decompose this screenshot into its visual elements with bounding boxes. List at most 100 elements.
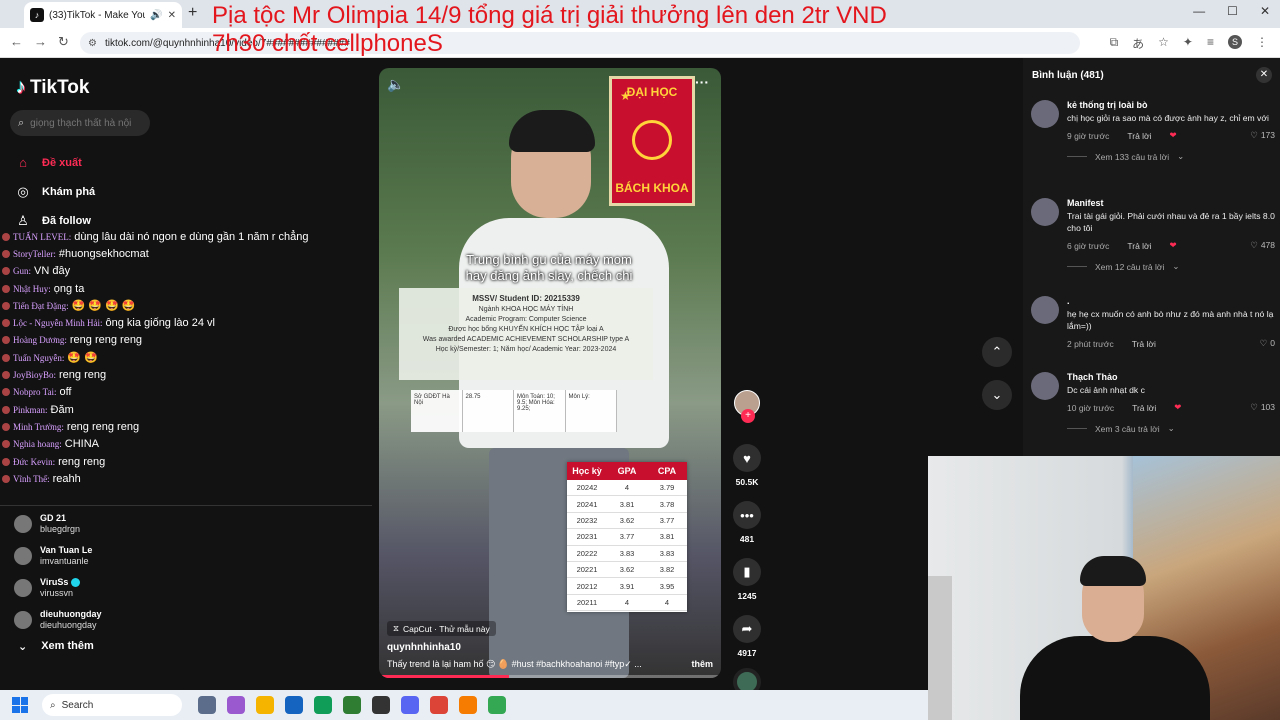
tiktok-logo[interactable]: ♪ TikTok — [16, 76, 89, 99]
commenter-avatar[interactable] — [1031, 296, 1059, 324]
sidebar-nav: ⌂ Đề xuất ◎ Khám phá ♙ Đã follow — [14, 148, 95, 235]
new-tab-button[interactable]: + — [188, 4, 197, 22]
commenter-avatar[interactable] — [1031, 372, 1059, 400]
reply-button[interactable]: Trả lời — [1132, 339, 1156, 349]
reading-list-icon[interactable]: ≡ — [1207, 35, 1214, 52]
sidebar-item-0[interactable]: ⌂ Đề xuất — [14, 148, 95, 177]
chat-username: Lộc - Nguyễn Minh Hải: — [13, 318, 103, 329]
menu-dots-icon[interactable]: ⋮ — [1256, 35, 1268, 52]
commenter-name[interactable]: kẻ thống trị loài bò — [1067, 100, 1275, 110]
minimize-icon[interactable]: — — [1193, 4, 1205, 18]
reply-button[interactable]: Trả lời — [1127, 131, 1151, 141]
creator-avatar[interactable]: + — [734, 390, 760, 423]
commenter-name[interactable]: Thạch Thảo — [1067, 372, 1275, 382]
obs-app-icon[interactable] — [372, 696, 390, 714]
video-player[interactable]: 🔈 ··· ★ ĐẠI HỌC BÁCH KHOA Trung bình gu … — [379, 68, 721, 678]
profile-avatar[interactable]: S — [1228, 35, 1242, 49]
chat-message: Tiến Đạt Đặng: 🤩 🤩 🤩 🤩 — [0, 297, 372, 314]
gpa-row: 20241 3.81 3.78 — [567, 496, 687, 513]
store-app-icon[interactable] — [285, 696, 303, 714]
browser-tab[interactable]: ♪ (33)TikTok - Make Your Day 🔊 ✕ — [24, 2, 182, 28]
follow-plus-icon[interactable]: + — [741, 409, 755, 423]
back-icon[interactable]: ← — [10, 34, 23, 49]
comment-button[interactable]: ••• — [733, 501, 761, 529]
copilot-app-icon[interactable] — [227, 696, 245, 714]
capcut-template-link[interactable]: ⧖ CapCut · Thử mẫu này — [387, 621, 496, 636]
commenter-name[interactable]: . — [1067, 296, 1275, 306]
previous-video-button[interactable]: ⌃ — [982, 337, 1012, 367]
video-progress-bar[interactable] — [379, 675, 721, 678]
view-replies-button[interactable]: Xem 133 câu trả lời ⌄ — [1067, 151, 1275, 162]
reload-icon[interactable]: ↻ — [58, 34, 69, 50]
like-count: 50.5K — [735, 477, 759, 487]
cloud-app-icon[interactable] — [459, 696, 477, 714]
sidebar-item-1[interactable]: ◎ Khám phá — [14, 177, 95, 206]
cert-award: Được học bổng KHUYẾN KHÍCH HỌC TẬP loại … — [448, 326, 604, 333]
settings-app-icon[interactable] — [198, 696, 216, 714]
close-icon[interactable]: ✕ — [168, 10, 176, 21]
chat-message: Pinkman: Đăm — [0, 401, 372, 418]
reply-button[interactable]: Trả lời — [1127, 241, 1151, 251]
description-more-button[interactable]: thêm — [691, 659, 713, 670]
app-icon[interactable] — [343, 696, 361, 714]
close-comments-icon[interactable]: ✕ — [1256, 67, 1272, 83]
window-close-icon[interactable]: ✕ — [1260, 4, 1270, 18]
chat-username: Tuấn Nguyễn: — [13, 352, 65, 363]
comment-like-button[interactable]: ♡ 0 — [1260, 338, 1275, 349]
file-explorer-icon[interactable] — [256, 696, 274, 714]
discord-app-icon[interactable] — [401, 696, 419, 714]
search-input[interactable] — [30, 117, 139, 129]
view-replies-button[interactable]: Xem 12 câu trả lời ⌄ — [1067, 261, 1275, 272]
chrome-app-icon[interactable] — [430, 696, 448, 714]
video-author[interactable]: quynhnhinha10 — [387, 642, 713, 653]
extensions-icon[interactable]: ✦ — [1183, 35, 1193, 52]
bookmark-star-icon[interactable]: ☆ — [1158, 35, 1169, 52]
next-video-button[interactable]: ⌄ — [982, 380, 1012, 410]
gpa-cell: 20212 — [576, 581, 598, 591]
commenter-avatar[interactable] — [1031, 100, 1059, 128]
following-item[interactable]: ViruSs virussvn — [14, 572, 102, 604]
comment-like-button[interactable]: ♡ 173 — [1250, 130, 1275, 141]
comment-like-button[interactable]: ♡ 478 — [1250, 240, 1275, 251]
site-info-icon[interactable]: ⚙ — [88, 38, 97, 49]
commenter-avatar[interactable] — [1031, 198, 1059, 226]
star-icon: ★ — [620, 89, 631, 103]
speaker-icon[interactable]: 🔊 — [150, 10, 162, 21]
volume-icon[interactable]: 🔈 — [387, 76, 404, 93]
following-item[interactable]: GD 21 bluegdrgn — [14, 508, 102, 540]
like-button[interactable]: ♥ — [733, 444, 761, 472]
comment-like-button[interactable]: ♡ 103 — [1250, 402, 1275, 413]
forward-icon[interactable]: → — [34, 34, 47, 49]
taskbar-search[interactable]: ⌕ Search — [42, 694, 182, 716]
chat-avatar — [2, 249, 10, 258]
see-more-button[interactable]: ⌄ Xem thêm — [18, 640, 94, 653]
share-button[interactable]: ➦ — [733, 615, 761, 643]
following-item[interactable]: dieuhuongday dieuhuongday — [14, 604, 102, 636]
chrome-profile-app-icon[interactable] — [488, 696, 506, 714]
view-replies-button[interactable]: Xem 3 câu trả lời ⌄ — [1067, 423, 1275, 434]
translate-icon[interactable]: あ — [1132, 35, 1144, 52]
search-icon[interactable]: ⌕ — [18, 117, 24, 130]
chat-text: reahh — [52, 472, 81, 485]
sidebar-item-label: Đã follow — [42, 214, 91, 227]
following-name: ViruSs — [40, 577, 81, 588]
more-options-icon[interactable]: ··· — [695, 74, 709, 90]
avatar — [14, 547, 32, 565]
following-handle: virussvn — [40, 588, 74, 598]
search-icon: ⌕ — [50, 699, 56, 711]
comment-like-count: 173 — [1260, 130, 1275, 140]
comments-panel: Bình luận (481) ✕ kẻ thống trị loài bò ch… — [1023, 58, 1280, 458]
gpa-cell: 3.81 — [659, 532, 675, 542]
gpa-table: Học kỳ GPA CPA 20242 4 3.79 20241 3.81 3.78 2023… — [567, 462, 687, 612]
edge-browser-icon[interactable] — [314, 696, 332, 714]
gpa-cell: 20221 — [576, 565, 598, 575]
reply-button[interactable]: Trả lời — [1132, 403, 1156, 413]
cast-icon[interactable]: ⧉ — [1110, 35, 1119, 52]
commenter-name[interactable]: Manifest — [1067, 198, 1275, 208]
save-button[interactable]: ▮ — [733, 558, 761, 586]
windows-start-icon[interactable] — [12, 697, 28, 713]
following-item[interactable]: Van Tuan Le imvantuanle — [14, 540, 102, 572]
maximize-icon[interactable]: ☐ — [1227, 4, 1238, 18]
chat-text: 🤩 🤩 🤩 🤩 — [71, 300, 136, 313]
cert-student-id: MSSV/ Student ID: 20215339 — [472, 294, 580, 303]
